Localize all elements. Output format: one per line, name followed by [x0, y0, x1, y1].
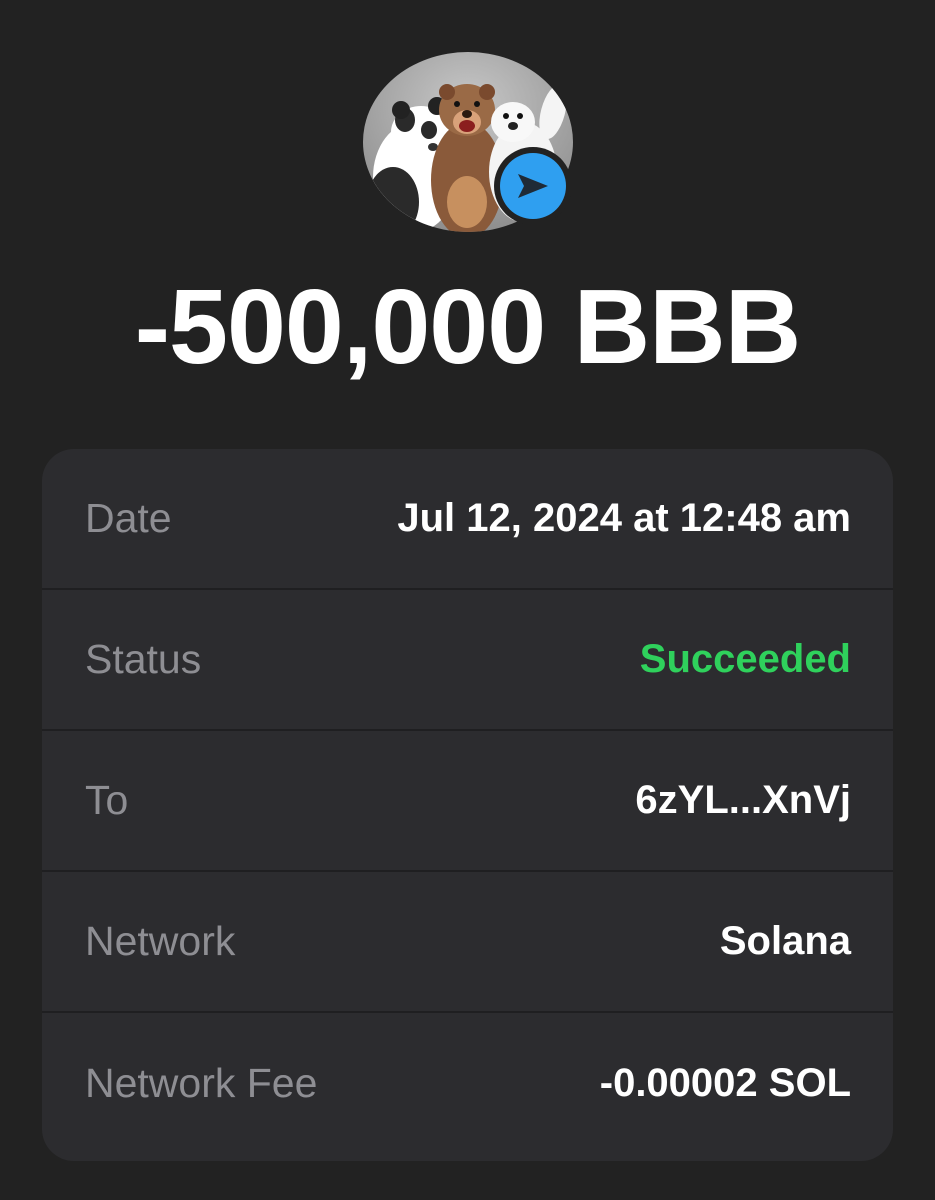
- to-label: To: [85, 777, 129, 823]
- network-fee-label: Network Fee: [85, 1059, 318, 1106]
- status-value: Succeeded: [639, 637, 851, 681]
- network-label: Network: [85, 918, 236, 964]
- detail-row-network-fee: Network Fee -0.00002 SOL: [42, 1013, 893, 1153]
- network-value: Solana: [719, 919, 851, 963]
- status-label: Status: [85, 636, 202, 682]
- network-fee-value: -0.00002 SOL: [599, 1060, 851, 1105]
- transaction-detail-screen: -500,000 BBB Date Jul 12, 2024 at 12:48 …: [0, 0, 935, 1200]
- detail-row-network: Network Solana: [42, 872, 893, 1013]
- recipient-address[interactable]: 6zYL...XnVj: [635, 778, 851, 823]
- date-label: Date: [85, 495, 172, 541]
- detail-row-date: Date Jul 12, 2024 at 12:48 am: [42, 449, 893, 590]
- detail-row-status: Status Succeeded: [42, 590, 893, 731]
- transaction-amount: -500,000 BBB: [134, 268, 802, 386]
- send-arrow-icon: [518, 174, 548, 198]
- date-value: Jul 12, 2024 at 12:48 am: [397, 496, 851, 540]
- transaction-details-card: Date Jul 12, 2024 at 12:48 am Status Suc…: [42, 449, 893, 1161]
- send-badge: [494, 147, 572, 225]
- detail-row-to[interactable]: To 6zYL...XnVj: [42, 731, 893, 872]
- token-avatar-container: [363, 52, 573, 262]
